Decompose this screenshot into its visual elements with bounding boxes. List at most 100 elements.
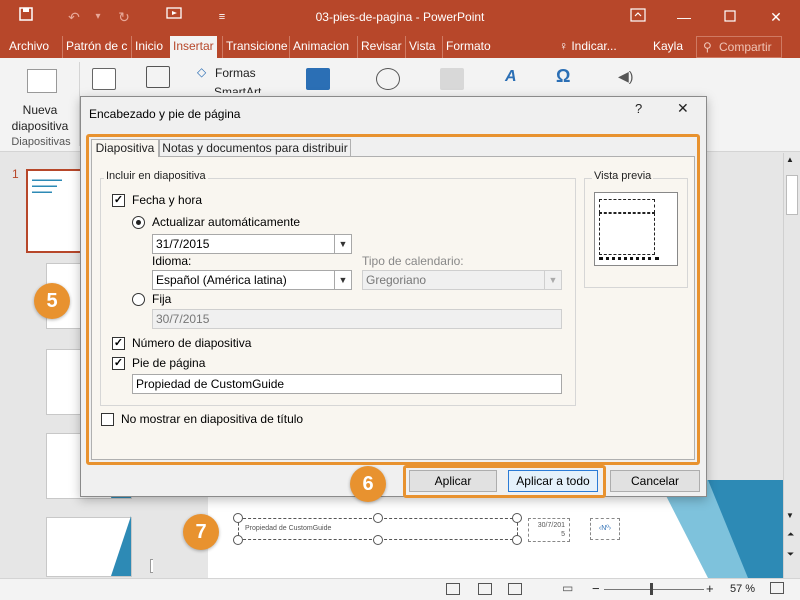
maximize-icon[interactable] — [718, 6, 742, 28]
calendar-type-label: Tipo de calendario: — [362, 254, 464, 268]
date-time-checkbox[interactable]: ✓ — [112, 194, 125, 207]
ribbon-display-icon[interactable] — [626, 6, 650, 28]
slide-sorter-icon[interactable] — [478, 583, 492, 595]
resize-handle[interactable] — [373, 535, 383, 545]
new-slide-icon — [27, 69, 57, 93]
text-icon[interactable]: A — [505, 68, 517, 86]
slideshow-view-icon[interactable]: ▭ — [562, 581, 573, 595]
slide-thumbnail[interactable] — [46, 516, 132, 577]
chevron-down-icon: ▼ — [334, 271, 351, 289]
date-time-label: Fecha y hora — [132, 193, 203, 207]
new-slide-label-2: diapositiva — [11, 119, 69, 133]
tab-archivo[interactable]: Archivo — [6, 36, 52, 58]
callout-step-7: 7 — [183, 514, 219, 550]
language-dropdown[interactable]: Español (América latina) ▼ — [152, 270, 352, 290]
footer-text-input[interactable]: Propiedad de CustomGuide — [132, 374, 562, 394]
tab-revisar[interactable]: Revisar — [357, 36, 405, 58]
preview-footer-placeholders — [599, 257, 659, 261]
title-bar: ↶ ▾ ↻ ≡ 03-pies-de-pagina - PowerPoint —… — [0, 0, 800, 36]
preview-thumbnail — [594, 192, 678, 266]
help-button[interactable]: ? — [635, 101, 642, 116]
media-icon[interactable]: ◀) — [618, 68, 633, 85]
reading-view-icon[interactable] — [508, 583, 522, 595]
fixed-date-value: 30/7/2015 — [156, 312, 210, 326]
dont-show-title-label: No mostrar en diapositiva de título — [121, 412, 304, 426]
resize-handle[interactable] — [373, 513, 383, 523]
footer-label: Pie de página — [132, 356, 206, 370]
scroll-down-icon[interactable]: ▼ — [786, 511, 794, 520]
smartart-label[interactable]: SmartArt — [214, 86, 264, 93]
apply-button[interactable]: Aplicar — [409, 470, 497, 492]
close-dialog-button[interactable]: ✕ — [677, 100, 689, 117]
thumbnail-shape — [111, 516, 131, 576]
zoom-slider-thumb[interactable] — [650, 583, 653, 595]
status-bar: ▭ − + 57 % — [0, 578, 800, 600]
new-slide-button[interactable]: Nueva diapositiva — [6, 62, 72, 134]
table-icon[interactable] — [92, 68, 116, 90]
slide-number-placeholder[interactable]: ‹Nº› — [590, 518, 620, 540]
zoom-in-icon[interactable]: + — [706, 581, 714, 596]
tab-content-panel: Incluir en diapositiva ✓ Fecha y hora Ac… — [91, 156, 695, 460]
resize-handle[interactable] — [233, 513, 243, 523]
comment-icon[interactable] — [440, 68, 464, 90]
fixed-date-input[interactable]: 30/7/2015 — [152, 309, 562, 329]
images-icon[interactable] — [146, 66, 170, 88]
user-name[interactable]: Kayla — [650, 36, 686, 58]
chevron-down-icon: ▼ — [334, 235, 351, 253]
shapes-icon: ◇ — [197, 65, 207, 79]
include-group-label: Incluir en diapositiva — [104, 170, 208, 182]
resize-handle[interactable] — [512, 513, 522, 523]
zoom-out-icon[interactable]: − — [592, 581, 600, 596]
link-icon[interactable] — [376, 68, 400, 90]
footer-checkbox[interactable]: ✓ — [112, 357, 125, 370]
tell-me-label: Indicar... — [571, 39, 617, 53]
previous-slide-icon[interactable]: ⏶ — [787, 529, 794, 540]
tab-notas-documentos[interactable]: Notas y documentos para distribuir — [159, 139, 351, 157]
vertical-scrollbar[interactable]: ▲ ▼ ⏶ ⏷ — [783, 153, 800, 578]
tab-formato[interactable]: Formato — [442, 36, 494, 58]
new-slide-label-1: Nueva — [22, 103, 58, 117]
chevron-down-icon: ▼ — [544, 271, 561, 289]
tab-inicio[interactable]: Inicio — [131, 36, 166, 58]
date-placeholder-line2: 5 — [561, 531, 565, 538]
tab-patron[interactable]: Patrón de c — [62, 36, 130, 58]
ribbon-tabs: Archivo Patrón de c Inicio Insertar Tran… — [0, 36, 800, 58]
tell-me-box[interactable]: ♀ Indicar... — [556, 36, 620, 58]
shapes-button[interactable]: ◇ Formas — [194, 64, 266, 82]
scroll-up-icon[interactable]: ▲ — [786, 155, 794, 164]
calendar-type-dropdown[interactable]: Gregoriano ▼ — [362, 270, 562, 290]
apply-all-button[interactable]: Aplicar a todo — [508, 470, 598, 492]
fixed-date-radio[interactable] — [132, 293, 145, 306]
cancel-button[interactable]: Cancelar — [610, 470, 700, 492]
minimize-icon[interactable]: — — [672, 6, 696, 28]
slides-group-label: Diapositivas — [11, 136, 71, 148]
scroll-thumb[interactable] — [786, 175, 798, 215]
close-window-icon[interactable]: ✕ — [764, 6, 788, 28]
calendar-type-value: Gregoriano — [366, 273, 427, 287]
tab-transiciones[interactable]: Transicione — [222, 36, 288, 58]
header-footer-dialog: Encabezado y pie de página ? ✕ Diapositi… — [80, 96, 707, 498]
resize-handle[interactable] — [512, 535, 522, 545]
tab-animaciones[interactable]: Animacion — [289, 36, 355, 58]
footer-text-value: Propiedad de CustomGuide — [136, 377, 285, 391]
share-button[interactable]: ⚲ Compartir — [696, 36, 782, 58]
tab-vista[interactable]: Vista — [405, 36, 438, 58]
dont-show-title-checkbox[interactable] — [101, 413, 114, 426]
addins-icon[interactable] — [306, 68, 330, 90]
auto-update-radio[interactable] — [132, 216, 145, 229]
normal-view-icon[interactable] — [446, 583, 460, 595]
tab-insertar[interactable]: Insertar — [170, 36, 217, 58]
zoom-level[interactable]: 57 % — [730, 583, 755, 595]
slide-number-checkbox[interactable]: ✓ — [112, 337, 125, 350]
auto-date-dropdown[interactable]: 31/7/2015 ▼ — [152, 234, 352, 254]
slide-number-label: 1 — [12, 167, 19, 181]
fit-slide-icon[interactable] — [770, 582, 784, 594]
next-slide-icon[interactable]: ⏷ — [787, 549, 794, 560]
date-placeholder[interactable]: 30/7/201 5 — [528, 518, 570, 542]
symbols-icon[interactable]: Ω — [556, 66, 570, 87]
date-placeholder-line1: 30/7/201 — [537, 522, 565, 529]
resize-handle[interactable] — [233, 535, 243, 545]
tab-diapositiva[interactable]: Diapositiva — [91, 139, 159, 157]
zoom-slider-track[interactable] — [604, 589, 704, 590]
auto-date-value: 31/7/2015 — [156, 237, 210, 251]
